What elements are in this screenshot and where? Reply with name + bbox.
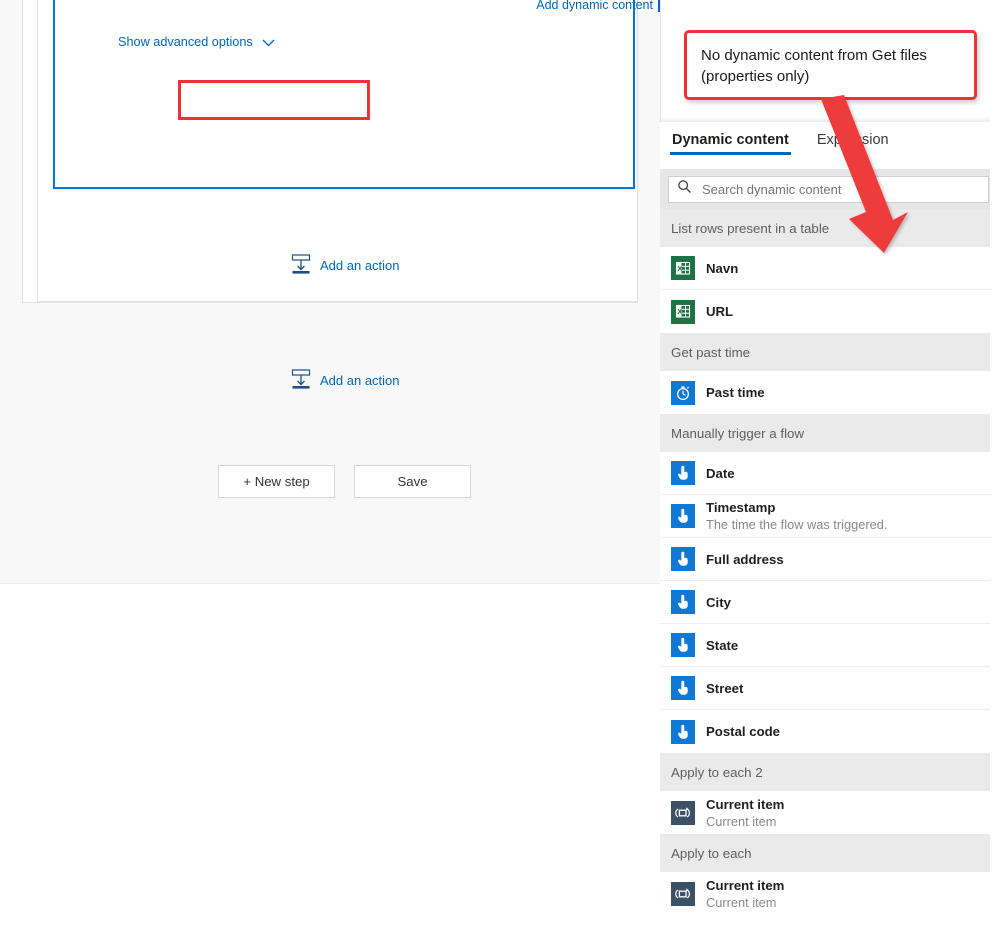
show-advanced-options-label: Show advanced options: [118, 35, 253, 49]
annotation-callout-line1: No dynamic content from Get files: [701, 47, 927, 64]
dynamic-content-group-header: Manually trigger a flow: [660, 414, 999, 452]
screenshot-seam: [0, 583, 660, 584]
loop-icon: [671, 800, 695, 825]
flow-designer-canvas: s Editor.DisplayName ✕ Will be sent to: …: [0, 0, 660, 583]
dynamic-content-item[interactable]: Timestamp The time the flow was triggered…: [660, 495, 999, 538]
dynamic-content-list[interactable]: List rows present in a table X Navn X URL Get…: [660, 209, 999, 946]
loop-icon: [671, 881, 695, 906]
add-an-action-label: Add an action: [320, 258, 400, 273]
dynamic-content-item[interactable]: City: [660, 581, 999, 624]
dynamic-content-item-title: Past time: [706, 385, 765, 400]
add-dynamic-content-link[interactable]: Add dynamic content: [536, 0, 653, 12]
tap-icon: [671, 590, 695, 614]
clock-icon: [671, 380, 695, 405]
dynamic-content-item-title: Postal code: [706, 724, 781, 739]
dynamic-content-item[interactable]: Past time: [660, 371, 999, 414]
insert-action-icon: [290, 368, 312, 393]
tap-icon: [671, 676, 695, 700]
svg-text:X: X: [677, 264, 682, 273]
annotation-callout-line2: (properties only): [701, 68, 810, 85]
dynamic-content-item[interactable]: Postal code: [660, 710, 999, 753]
new-step-button[interactable]: + New step: [218, 465, 335, 498]
dynamic-content-item-title: State: [706, 637, 739, 653]
dynamic-content-panel: Dynamic content Expression List rows pre…: [660, 0, 999, 946]
tap-icon: [671, 633, 695, 657]
dynamic-content-item[interactable]: Current item Current item: [660, 872, 999, 915]
add-dynamic-content-row: Add dynamic content+: [195, 0, 660, 13]
annotation-callout: No dynamic content from Get files (prope…: [684, 30, 977, 100]
dynamic-content-item-title: Timestamp: [706, 500, 776, 515]
dynamic-content-item-subtitle: The time the flow was triggered.: [706, 517, 888, 532]
dynamic-content-item[interactable]: Street: [660, 667, 999, 710]
dynamic-content-item-title: Navn: [706, 260, 739, 276]
dynamic-content-item-title: URL: [706, 304, 734, 319]
dynamic-content-item[interactable]: X URL: [660, 290, 999, 333]
search-dynamic-content-box[interactable]: [668, 175, 989, 203]
tab-dynamic-content[interactable]: Dynamic content: [660, 122, 803, 155]
dynamic-content-item-title: Date: [706, 465, 735, 481]
search-icon: [677, 179, 692, 199]
tab-expression[interactable]: Expression: [803, 122, 903, 152]
page-right-edge: [990, 0, 999, 946]
excel-icon: X: [671, 256, 695, 280]
tap-icon: [671, 719, 695, 744]
flow-footer-buttons: + New step Save: [218, 465, 471, 498]
dynamic-content-item[interactable]: State: [660, 624, 999, 667]
excel-icon: X: [671, 299, 695, 324]
dynamic-content-item-title: Current item: [706, 796, 785, 812]
show-advanced-options-toggle[interactable]: Show advanced options: [118, 35, 275, 50]
tap-icon: [671, 504, 695, 528]
chevron-down-icon: [262, 36, 275, 50]
dynamic-content-item-title: Full address: [706, 551, 784, 567]
dynamic-content-item[interactable]: Date: [660, 452, 999, 495]
tap-icon: [671, 547, 695, 571]
dynamic-content-group-header: Apply to each: [660, 834, 999, 872]
add-an-action-button-2[interactable]: Add an action: [290, 368, 400, 393]
dynamic-content-group-header: Apply to each 2: [660, 753, 999, 791]
add-an-action-label: Add an action: [320, 373, 400, 388]
dynamic-content-item-subtitle: Current item: [706, 813, 777, 829]
dynamic-content-group-header: Get past time: [660, 333, 999, 371]
svg-text:X: X: [677, 307, 682, 316]
search-bar: [660, 169, 999, 209]
tap-icon: [671, 461, 695, 485]
dynamic-content-flyout: Dynamic content Expression List rows pre…: [660, 122, 999, 946]
tab-dynamic-content-label: Dynamic content: [672, 132, 789, 148]
tab-expression-label: Expression: [816, 132, 889, 148]
add-an-action-button-1[interactable]: Add an action: [290, 253, 400, 278]
dynamic-content-item-title: Street: [706, 680, 744, 696]
dynamic-content-item-title: Current item: [706, 877, 785, 893]
send-email-action-card[interactable]: s Editor.DisplayName ✕ Will be sent to: …: [53, 0, 660, 189]
dynamic-content-item-subtitle: Current item: [706, 894, 777, 910]
dynamic-content-tabs: Dynamic content Expression: [660, 122, 903, 162]
dynamic-content-group-header: List rows present in a table: [660, 209, 999, 247]
dynamic-content-item[interactable]: Current item Current item: [660, 791, 999, 834]
dynamic-content-item[interactable]: Full address: [660, 538, 999, 581]
search-input[interactable]: [700, 180, 980, 198]
save-button[interactable]: Save: [354, 465, 471, 498]
insert-action-icon: [290, 253, 312, 278]
dynamic-content-item[interactable]: X Navn: [660, 247, 999, 290]
dynamic-content-item-title: City: [706, 594, 731, 610]
